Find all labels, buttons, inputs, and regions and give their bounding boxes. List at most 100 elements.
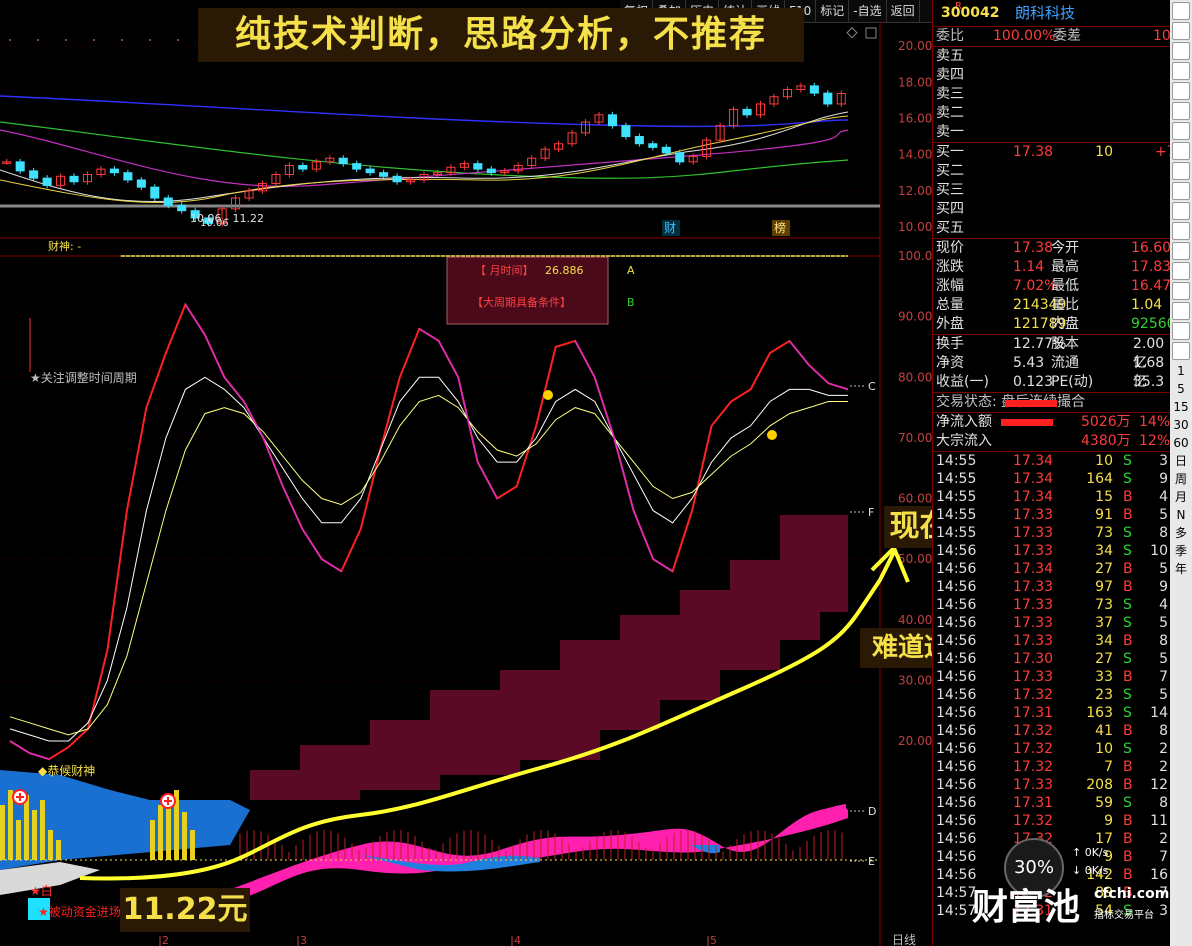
annotation-left: ★关注调整时间周期 bbox=[30, 370, 137, 385]
diamond-icon bbox=[846, 27, 858, 39]
table-icon[interactable] bbox=[1172, 222, 1190, 240]
candle-icon[interactable] bbox=[1172, 122, 1190, 140]
dot bbox=[37, 39, 39, 41]
dot bbox=[149, 39, 151, 41]
sell-row: 卖二 bbox=[933, 104, 1171, 123]
candle-body bbox=[634, 136, 644, 145]
down-arrow-icon[interactable] bbox=[1172, 42, 1190, 60]
flow-block: 净流入额 5026万 14% 大宗流入 4380万 12% bbox=[933, 400, 1171, 452]
ma-blue-line bbox=[0, 95, 849, 128]
candle-body bbox=[809, 85, 819, 94]
brand-logo: 财富池 bbox=[972, 887, 1081, 928]
pencil-icon[interactable] bbox=[1172, 342, 1190, 360]
brand-slogan: 指标交易平台 bbox=[1094, 910, 1154, 921]
flow-bar bbox=[1001, 419, 1053, 426]
trade-count: 2 bbox=[1159, 741, 1168, 757]
bar-icon[interactable] bbox=[1172, 102, 1190, 120]
up-arrow-icon[interactable] bbox=[1172, 2, 1190, 20]
ma-green-line bbox=[0, 121, 849, 179]
trade-row: 14:55 17.34 10 S 3 bbox=[933, 452, 1171, 470]
candle-body bbox=[823, 92, 833, 105]
price-ytick-label: 18.00 bbox=[898, 75, 932, 89]
period-0[interactable]: 1 bbox=[1170, 362, 1192, 380]
x-tick-label: 5 bbox=[710, 934, 717, 946]
indicator-segment-down bbox=[282, 486, 304, 530]
trade-count: 5 bbox=[1159, 615, 1168, 631]
candle-body bbox=[163, 197, 173, 206]
trade-vol: 208 bbox=[1086, 777, 1113, 793]
period-11[interactable]: 年 bbox=[1170, 560, 1192, 578]
price-ytick-label: 10.00 bbox=[898, 220, 932, 234]
period-3[interactable]: 30 bbox=[1170, 416, 1192, 434]
dollar-icon[interactable] bbox=[1172, 302, 1190, 320]
trade-price: 17.30 bbox=[1013, 651, 1054, 667]
trade-vol: 34 bbox=[1095, 543, 1113, 559]
stat-label-2: 量比 bbox=[1051, 297, 1079, 313]
side-tag-E: E bbox=[868, 855, 875, 868]
axis-label-daily: 日线 bbox=[892, 933, 916, 946]
chart-line-icon[interactable] bbox=[1172, 262, 1190, 280]
chart-icon[interactable] bbox=[1172, 82, 1190, 100]
buy-row: 买一 17.38 10 +7 bbox=[933, 143, 1176, 162]
f10-icon[interactable] bbox=[1172, 162, 1190, 180]
trade-time: 14:56 bbox=[936, 651, 977, 667]
refresh-icon[interactable] bbox=[1172, 22, 1190, 40]
stats-row: 外盘 121789 内盘 92560 bbox=[933, 315, 1176, 334]
trade-count: 8 bbox=[1159, 633, 1168, 649]
trade-time: 14:56 bbox=[936, 615, 977, 631]
sell-row: 卖四 bbox=[933, 66, 1171, 85]
sell-label: 卖二 bbox=[936, 105, 964, 121]
candle-body bbox=[742, 108, 752, 116]
info-icon[interactable] bbox=[1172, 242, 1190, 260]
volume-bar bbox=[166, 800, 171, 860]
period-7[interactable]: 月 bbox=[1170, 488, 1192, 506]
user-icon[interactable] bbox=[1172, 202, 1190, 220]
period-10[interactable]: 季 bbox=[1170, 542, 1192, 560]
dot bbox=[9, 39, 11, 41]
candle-body bbox=[675, 152, 685, 163]
candle-body bbox=[392, 175, 402, 183]
trade-count: 3 bbox=[1159, 453, 1168, 469]
volume-bar bbox=[56, 840, 61, 860]
trade-side: S bbox=[1123, 525, 1132, 541]
indicator-ytick-label: 80.00 bbox=[898, 370, 932, 384]
legend-tag-b: B bbox=[627, 296, 635, 309]
doc-icon[interactable] bbox=[1172, 182, 1190, 200]
rsi-icon[interactable] bbox=[1172, 282, 1190, 300]
stat-value-2: 1.04 bbox=[1131, 297, 1163, 313]
buy-row: 买三 bbox=[933, 181, 1171, 200]
stat-value: 1.14 bbox=[1013, 259, 1045, 275]
legend-line2-label: 【大周期具备条件】 bbox=[472, 295, 571, 309]
trade-time: 14:56 bbox=[936, 579, 977, 595]
volume-bar bbox=[8, 790, 13, 860]
buy-label: 买四 bbox=[936, 201, 964, 217]
period-9[interactable]: 多 bbox=[1170, 524, 1192, 542]
volume-bar bbox=[182, 812, 187, 860]
legend-line1-label: 【 月时间】 bbox=[475, 264, 534, 277]
trade-count: 14 bbox=[1150, 705, 1168, 721]
period-5[interactable]: 日 bbox=[1170, 452, 1192, 470]
trade-count: 4 bbox=[1159, 597, 1168, 613]
period-8[interactable]: N bbox=[1170, 506, 1192, 524]
stat-label-2: 最低 bbox=[1051, 278, 1079, 294]
flow-label: 大宗流入 bbox=[936, 433, 992, 449]
period-4[interactable]: 60 bbox=[1170, 434, 1192, 452]
side-tag-C: C bbox=[868, 380, 876, 393]
trade-row: 14:56 17.32 41 B 8 bbox=[933, 722, 1171, 740]
trade-vol: 10 bbox=[1095, 453, 1113, 469]
buy-label: 买二 bbox=[936, 163, 964, 179]
period-1[interactable]: 5 bbox=[1170, 380, 1192, 398]
trade-side: S bbox=[1123, 795, 1132, 811]
trade-row: 14:56 17.33 208 B 12 bbox=[933, 776, 1171, 794]
trade-row: 14:56 17.30 27 S 5 bbox=[933, 650, 1171, 668]
list-icon[interactable] bbox=[1172, 142, 1190, 160]
trade-count: 12 bbox=[1150, 777, 1168, 793]
period-2[interactable]: 15 bbox=[1170, 398, 1192, 416]
gauge-pct: 30% bbox=[1013, 857, 1054, 878]
trade-price: 17.33 bbox=[1013, 507, 1054, 523]
move-icon[interactable] bbox=[1172, 322, 1190, 340]
indicator-ytick-label: 30.00 bbox=[898, 673, 932, 687]
trade-price: 17.33 bbox=[1013, 669, 1054, 685]
period-6[interactable]: 周 bbox=[1170, 470, 1192, 488]
grid-icon[interactable] bbox=[1172, 62, 1190, 80]
